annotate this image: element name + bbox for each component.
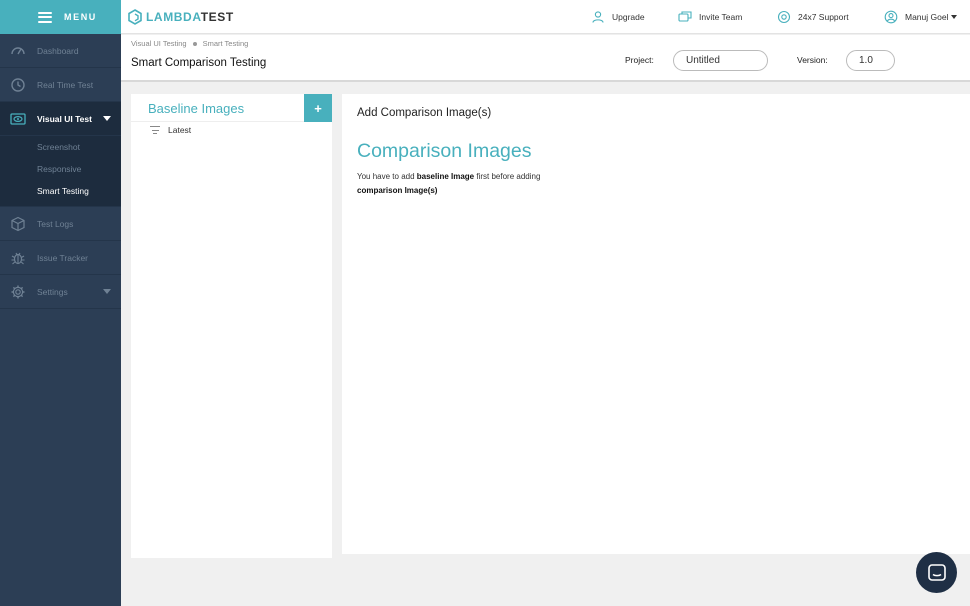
sidebar: MENU Dashboard Real Time Test Visual UI … bbox=[0, 0, 121, 606]
lambdatest-logo[interactable]: LAMBDATEST bbox=[128, 9, 234, 25]
eye-icon bbox=[10, 111, 26, 127]
comparison-images-panel: Add Comparison Image(s) Comparison Image… bbox=[342, 94, 970, 554]
add-comparison-title: Add Comparison Image(s) bbox=[357, 107, 492, 119]
bug-icon bbox=[10, 250, 26, 266]
cube-icon bbox=[10, 216, 26, 232]
baseline-images-title: Baseline Images bbox=[148, 101, 245, 116]
baseline-panel-header: Baseline Images + bbox=[131, 94, 332, 122]
chevron-down-icon bbox=[103, 116, 111, 121]
upgrade-label: Upgrade bbox=[612, 12, 645, 22]
chevron-down-icon bbox=[103, 289, 111, 294]
menu-label: MENU bbox=[64, 12, 97, 22]
msg-part: You have to add bbox=[357, 172, 417, 181]
sidebar-item-label: Real Time Test bbox=[37, 79, 94, 90]
comparison-empty-message: You have to add baseline Image first bef… bbox=[357, 170, 557, 198]
sidebar-item-label: Dashboard bbox=[37, 45, 79, 56]
upgrade-icon bbox=[591, 10, 605, 24]
sidebar-item-label: Visual UI Test bbox=[37, 113, 92, 124]
chevron-down-icon bbox=[951, 15, 958, 19]
user-name: Manuj Goel bbox=[905, 12, 949, 22]
filter-icon bbox=[150, 126, 160, 134]
breadcrumb-separator bbox=[192, 41, 197, 46]
clock-icon bbox=[10, 77, 26, 93]
sidebar-item-test-logs[interactable]: Test Logs bbox=[0, 207, 121, 241]
breadcrumb-item-smart-testing: Smart Testing bbox=[202, 39, 249, 48]
support-link[interactable]: 24x7 Support bbox=[777, 10, 849, 24]
user-menu[interactable]: Manuj Goel bbox=[884, 10, 958, 24]
msg-part-bold: baseline Image bbox=[416, 172, 475, 181]
upgrade-link[interactable]: Upgrade bbox=[591, 10, 645, 24]
project-label: Project: bbox=[625, 55, 654, 65]
chat-icon bbox=[927, 563, 946, 581]
support-icon bbox=[777, 10, 791, 24]
sidebar-item-real-time-test[interactable]: Real Time Test bbox=[0, 68, 121, 102]
page-title: Smart Comparison Testing bbox=[131, 57, 267, 69]
sidebar-subitem-screenshot[interactable]: Screenshot bbox=[0, 136, 121, 158]
msg-part-bold: comparison Image(s) bbox=[357, 186, 438, 195]
dashboard-gauge-icon bbox=[10, 43, 26, 59]
sidebar-item-label: Settings bbox=[37, 286, 68, 297]
add-baseline-button[interactable]: + bbox=[304, 94, 332, 122]
invite-team-icon bbox=[678, 10, 692, 24]
sidebar-item-label: Issue Tracker bbox=[37, 252, 89, 263]
sidebar-item-issue-tracker[interactable]: Issue Tracker bbox=[0, 241, 121, 275]
logo-text-test: TEST bbox=[200, 10, 234, 24]
sidebar-item-visual-ui-test[interactable]: Visual UI Test bbox=[0, 102, 121, 136]
sidebar-item-settings[interactable]: Settings bbox=[0, 275, 121, 309]
chat-launcher-button[interactable] bbox=[916, 552, 957, 593]
project-input[interactable]: Untitled bbox=[673, 50, 768, 71]
invite-team-link[interactable]: Invite Team bbox=[678, 10, 742, 24]
version-input[interactable]: 1.0 bbox=[846, 50, 895, 71]
lambdatest-logo-icon bbox=[128, 9, 142, 25]
user-avatar-icon bbox=[884, 10, 898, 24]
menu-toggle[interactable]: MENU bbox=[0, 0, 121, 34]
msg-part: first before adding bbox=[474, 172, 541, 181]
sidebar-item-label: Test Logs bbox=[37, 218, 74, 229]
sidebar-subitem-smart-testing[interactable]: Smart Testing bbox=[0, 180, 121, 202]
baseline-images-panel: Baseline Images + Latest bbox=[131, 94, 332, 558]
visual-ui-test-submenu: Screenshot Responsive Smart Testing bbox=[0, 136, 121, 207]
gear-icon bbox=[10, 284, 26, 300]
comparison-images-heading: Comparison Images bbox=[357, 140, 532, 162]
invite-team-label: Invite Team bbox=[699, 12, 743, 22]
hamburger-icon bbox=[38, 11, 52, 23]
breadcrumb: Visual UI Testing Smart Testing bbox=[131, 39, 248, 48]
top-bar: LAMBDATEST Upgrade Invite Team 24x7 Supp… bbox=[121, 0, 970, 34]
version-label: Version: bbox=[797, 55, 828, 65]
logo-text-lambda: LAMBDA bbox=[146, 10, 201, 24]
sidebar-subitem-responsive[interactable]: Responsive bbox=[0, 158, 121, 180]
breadcrumb-item-visual-ui-testing[interactable]: Visual UI Testing bbox=[131, 39, 187, 48]
support-label: 24x7 Support bbox=[798, 12, 849, 22]
page-header: Visual UI Testing Smart Testing Smart Co… bbox=[121, 35, 970, 82]
filter-latest[interactable]: Latest bbox=[150, 125, 191, 135]
filter-label: Latest bbox=[168, 125, 192, 135]
sidebar-item-dashboard[interactable]: Dashboard bbox=[0, 34, 121, 68]
